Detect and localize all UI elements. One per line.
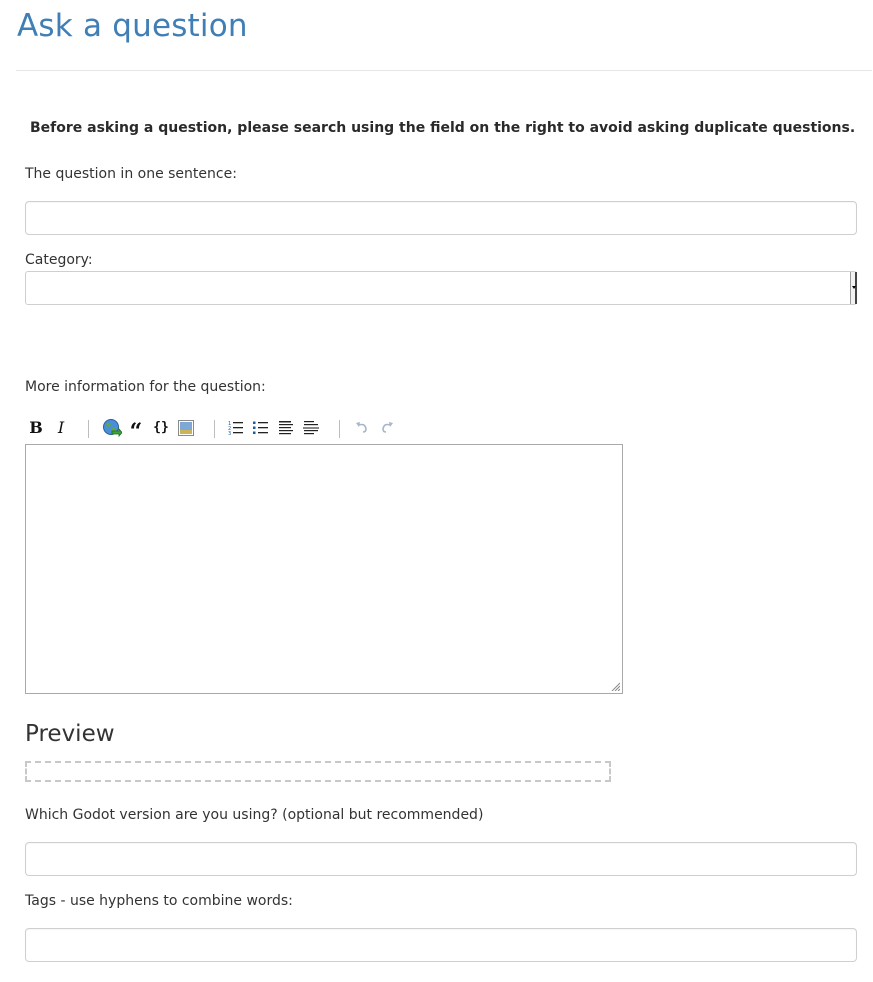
toolbar-separator	[214, 420, 215, 438]
category-label: Category:	[25, 252, 93, 268]
category-select[interactable]	[25, 271, 857, 305]
toolbar-separator	[339, 420, 340, 438]
tags-input[interactable]	[25, 928, 857, 962]
question-details-editor[interactable]	[25, 444, 623, 694]
preview-heading: Preview	[25, 721, 115, 747]
undo-icon[interactable]	[351, 417, 373, 439]
link-icon[interactable]	[101, 417, 123, 439]
tags-label: Tags - use hyphens to combine words:	[25, 893, 293, 909]
italic-icon[interactable]: I	[50, 417, 72, 439]
blockquote-icon[interactable]: “	[125, 417, 147, 445]
search-notice: Before asking a question, please search …	[30, 120, 856, 136]
resize-handle-icon[interactable]	[611, 682, 620, 691]
version-label: Which Godot version are you using? (opti…	[25, 807, 484, 823]
page-title: Ask a question	[17, 8, 248, 44]
title-divider	[16, 70, 872, 71]
heading-icon[interactable]	[275, 417, 297, 439]
image-icon[interactable]	[175, 417, 197, 439]
version-input[interactable]	[25, 842, 857, 876]
toolbar-separator	[88, 420, 89, 438]
bold-icon[interactable]: B	[25, 417, 47, 439]
preview-box	[25, 761, 611, 782]
question-input[interactable]	[25, 201, 857, 235]
editor-toolbar: B I “ {} 1 2 3	[25, 417, 625, 445]
question-label: The question in one sentence:	[25, 166, 237, 182]
numbered-list-icon[interactable]: 1 2 3	[225, 417, 247, 439]
more-info-label: More information for the question:	[25, 379, 266, 395]
chevron-down-icon[interactable]	[850, 272, 857, 304]
bulleted-list-icon[interactable]	[250, 417, 272, 439]
horizontal-rule-icon[interactable]	[300, 417, 322, 439]
redo-icon[interactable]	[376, 417, 398, 439]
svg-text:3: 3	[228, 431, 231, 436]
code-icon[interactable]: {}	[150, 417, 172, 439]
